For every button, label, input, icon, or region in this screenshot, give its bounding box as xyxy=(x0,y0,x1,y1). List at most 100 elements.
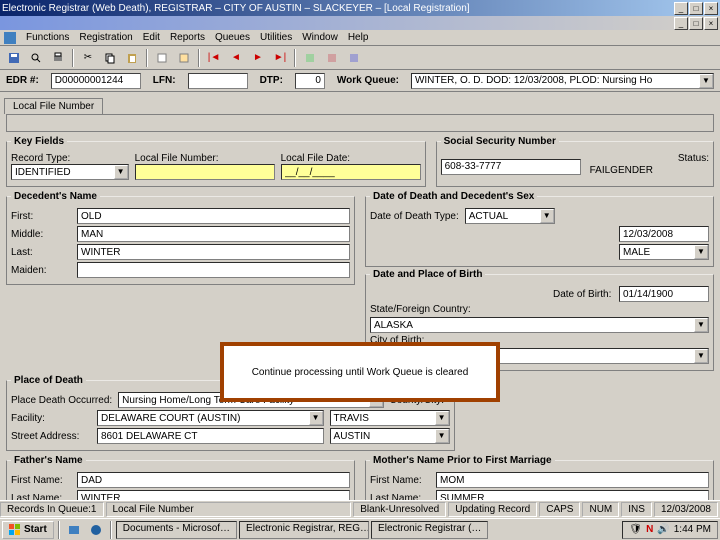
quick-launch-icon[interactable] xyxy=(64,520,84,540)
quick-launch-icon[interactable] xyxy=(86,520,106,540)
toolbar-first-icon[interactable]: |◄ xyxy=(204,48,224,68)
chevron-down-icon[interactable]: ▼ xyxy=(435,411,449,425)
edr-label: EDR #: xyxy=(6,75,39,86)
dob-input[interactable] xyxy=(619,286,709,302)
chevron-down-icon[interactable]: ▼ xyxy=(435,429,449,443)
decedent-first-input[interactable] xyxy=(77,208,350,224)
maximize-button[interactable]: □ xyxy=(689,2,703,15)
decedent-middle-input[interactable] xyxy=(77,226,350,242)
toolbar-icon-4[interactable] xyxy=(322,48,342,68)
chevron-down-icon[interactable]: ▼ xyxy=(540,209,554,223)
toolbar-prev-icon[interactable]: ◄ xyxy=(226,48,246,68)
local-file-date-input[interactable] xyxy=(281,164,421,180)
sex-select[interactable]: MALE▼ xyxy=(619,244,709,260)
lfn-field[interactable] xyxy=(188,73,248,89)
taskbar-item[interactable]: Electronic Registrar, REG… xyxy=(239,521,369,539)
status-num: NUM xyxy=(582,502,619,517)
menu-utilities[interactable]: Utilities xyxy=(260,32,292,43)
info-bar: EDR #: D00000001244 LFN: DTP: 0 Work Que… xyxy=(0,70,720,92)
pod-facility-select[interactable]: DELAWARE COURT (AUSTIN)▼ xyxy=(97,410,324,426)
menu-window[interactable]: Window xyxy=(302,32,338,43)
toolbar: ✂ |◄ ◄ ► ►| xyxy=(0,46,720,70)
key-fields-legend: Key Fields xyxy=(11,136,67,147)
tab-local-file-number[interactable]: Local File Number xyxy=(4,98,103,114)
menu-reports[interactable]: Reports xyxy=(170,32,205,43)
dod-type-select[interactable]: ACTUAL▼ xyxy=(465,208,555,224)
last-label: Last: xyxy=(11,247,71,258)
instruction-callout: Continue processing until Work Queue is … xyxy=(220,342,500,402)
toolbar-icon-3[interactable] xyxy=(300,48,320,68)
middle-label: Middle: xyxy=(11,229,71,240)
edr-field[interactable]: D00000001244 xyxy=(51,73,141,89)
dod-type-label: Date of Death Type: xyxy=(370,211,459,222)
status-ins: INS xyxy=(621,502,652,517)
mdi-child-titlebar: _ □ × xyxy=(0,16,720,30)
mdi-minimize-button[interactable]: _ xyxy=(674,17,688,30)
mdi-maximize-button[interactable]: □ xyxy=(689,17,703,30)
toolbar-search-icon[interactable] xyxy=(26,48,46,68)
mdi-close-button[interactable]: × xyxy=(704,17,718,30)
chevron-down-icon[interactable]: ▼ xyxy=(694,349,708,363)
work-queue-value: WINTER, O. D. DOD: 12/03/2008, PLOD: Nur… xyxy=(415,75,652,86)
father-legend: Father's Name xyxy=(11,455,86,466)
dod-legend: Date of Death and Decedent's Sex xyxy=(370,191,537,202)
ssn-status-value: FAILGENDER xyxy=(587,164,709,180)
menu-registration[interactable]: Registration xyxy=(79,32,132,43)
status-blank: Blank-Unresolved xyxy=(353,502,446,517)
chevron-down-icon[interactable]: ▼ xyxy=(699,74,713,88)
toolbar-save-icon[interactable] xyxy=(4,48,24,68)
decedent-legend: Decedent's Name xyxy=(11,191,100,202)
pod-city-select[interactable]: AUSTIN▼ xyxy=(330,428,450,444)
decedent-last-input[interactable] xyxy=(77,244,350,260)
toolbar-print-icon[interactable] xyxy=(48,48,68,68)
toolbar-next-icon[interactable]: ► xyxy=(248,48,268,68)
dod-date-input[interactable] xyxy=(619,226,709,242)
menu-help[interactable]: Help xyxy=(348,32,369,43)
ssn-input[interactable] xyxy=(441,159,581,175)
maiden-label: Maiden: xyxy=(11,265,71,276)
pod-county-select[interactable]: TRAVIS▼ xyxy=(330,410,450,426)
chevron-down-icon[interactable]: ▼ xyxy=(694,245,708,259)
start-button[interactable]: Start xyxy=(2,521,54,539)
birth-state-select[interactable]: ALASKA▼ xyxy=(370,317,709,333)
toolbar-copy-icon[interactable] xyxy=(100,48,120,68)
menu-functions[interactable]: Functions xyxy=(26,32,69,43)
work-queue-select[interactable]: WINTER, O. D. DOD: 12/03/2008, PLOD: Nur… xyxy=(411,73,714,89)
toolbar-paste-icon[interactable] xyxy=(122,48,142,68)
toolbar-cut-icon[interactable]: ✂ xyxy=(78,48,98,68)
close-button[interactable]: × xyxy=(704,2,718,15)
minimize-button[interactable]: _ xyxy=(674,2,688,15)
dtp-field[interactable]: 0 xyxy=(295,73,325,89)
status-updating: Updating Record xyxy=(448,502,537,517)
system-tray[interactable]: 🛡 N 🔊 1:44 PM xyxy=(622,521,718,539)
menu-edit[interactable]: Edit xyxy=(143,32,160,43)
father-first-input[interactable] xyxy=(77,472,350,488)
taskbar-item[interactable]: Documents - Microsof… xyxy=(116,521,237,539)
tray-icon[interactable]: 🔊 xyxy=(657,524,669,535)
key-fields-group: Key Fields Record Type: IDENTIFIED▼ Loca… xyxy=(6,136,426,187)
tray-icon[interactable]: 🛡 xyxy=(629,524,642,535)
toolbar-icon-5[interactable] xyxy=(344,48,364,68)
wq-label: Work Queue: xyxy=(337,75,399,86)
toolbar-icon-1[interactable] xyxy=(152,48,172,68)
toolbar-icon-2[interactable] xyxy=(174,48,194,68)
chevron-down-icon[interactable]: ▼ xyxy=(114,165,128,179)
mother-first-input[interactable] xyxy=(436,472,709,488)
local-file-date-label: Local File Date: xyxy=(281,153,421,164)
tray-clock[interactable]: 1:44 PM xyxy=(674,524,711,535)
lfn-label: LFN: xyxy=(153,75,176,86)
chevron-down-icon[interactable]: ▼ xyxy=(309,411,323,425)
taskbar-item[interactable]: Electronic Registrar (… xyxy=(371,521,488,539)
tray-icon[interactable]: N xyxy=(646,524,653,535)
pod-street-input[interactable] xyxy=(97,428,324,444)
local-file-num-input[interactable] xyxy=(135,164,275,180)
status-records: Records In Queue:1 xyxy=(0,502,104,517)
record-type-select[interactable]: IDENTIFIED▼ xyxy=(11,164,129,180)
windows-logo-icon xyxy=(9,524,21,536)
menu-queues[interactable]: Queues xyxy=(215,32,250,43)
toolbar-last-icon[interactable]: ►| xyxy=(270,48,290,68)
window-title: Electronic Registrar (Web Death), REGIST… xyxy=(2,3,470,14)
first-label: First: xyxy=(11,211,71,222)
decedent-maiden-input[interactable] xyxy=(77,262,350,278)
chevron-down-icon[interactable]: ▼ xyxy=(694,318,708,332)
